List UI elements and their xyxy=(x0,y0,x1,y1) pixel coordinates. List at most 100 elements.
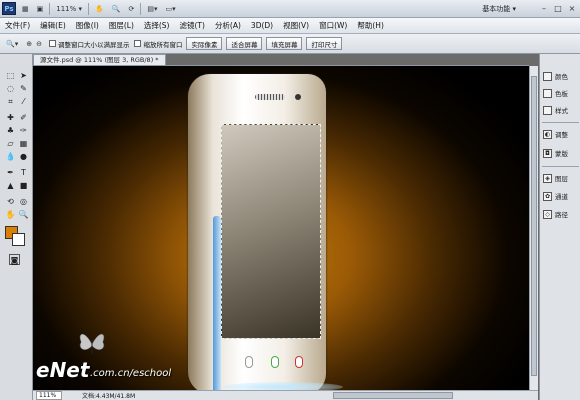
3d-rotate-tool-icon[interactable]: ⟲ xyxy=(5,196,16,207)
zoom-all-windows-label: 缩放所有窗口 xyxy=(143,40,183,49)
menu-3d[interactable]: 3D(D) xyxy=(246,21,278,30)
status-bar: 111% 文档:4.43M/41.8M xyxy=(33,390,538,400)
phone-key-menu xyxy=(245,356,253,368)
move-tool-icon[interactable]: ➤ xyxy=(18,70,29,81)
channels-icon: ✿ xyxy=(543,191,552,201)
rotate-view-icon[interactable]: ⟳ xyxy=(126,2,136,15)
resize-windows-checkbox[interactable]: 调整窗口大小以满屏显示 xyxy=(48,39,130,49)
status-zoom[interactable]: 111% xyxy=(36,391,62,400)
quick-mask-icon[interactable]: ◙ xyxy=(9,254,20,265)
phone-side-glow xyxy=(213,216,221,390)
healing-brush-tool-icon[interactable]: ✚ xyxy=(5,112,16,123)
menu-select[interactable]: 选择(S) xyxy=(139,20,175,31)
hand-tool-icon[interactable]: ✋ xyxy=(93,2,106,15)
menu-analysis[interactable]: 分析(A) xyxy=(210,20,246,31)
panel-masks[interactable]: ◘ 蒙版 xyxy=(543,147,579,159)
separator xyxy=(88,2,90,15)
workspace-switcher[interactable]: 基本功能 ▾ xyxy=(478,3,520,15)
panel-paths-label: 路径 xyxy=(555,211,568,219)
checkbox-box[interactable] xyxy=(134,40,142,47)
menu-view[interactable]: 视图(V) xyxy=(278,20,314,31)
panel-color-label: 颜色 xyxy=(555,73,568,81)
menu-image[interactable]: 图像(I) xyxy=(71,20,104,31)
fit-screen-button[interactable]: 适合屏幕 xyxy=(226,37,263,50)
status-doc-size: 文档:4.43M/41.8M xyxy=(82,393,136,400)
panel-channels-label: 通道 xyxy=(555,193,568,201)
panel-layers[interactable]: ◈ 图层 xyxy=(543,172,579,184)
phone-speaker xyxy=(255,94,285,100)
zoom-tool-icon[interactable]: 🔍 xyxy=(18,209,29,220)
menu-edit[interactable]: 编辑(E) xyxy=(35,20,71,31)
workspace-label: 基本功能 xyxy=(482,5,511,13)
paths-icon: ◇ xyxy=(543,209,552,219)
phone-brand-mark xyxy=(314,128,324,168)
close-icon[interactable]: × xyxy=(566,3,578,14)
dodge-tool-icon[interactable]: ● xyxy=(18,151,29,162)
options-bar: 🔍▾ ⊕ ⊖ 调整窗口大小以满屏显示 缩放所有窗口 实际像素 适合屏幕 填充屏幕… xyxy=(0,34,580,54)
watermark-url: .com.cn/eschool xyxy=(90,368,172,379)
document-canvas[interactable]: eNet .com.cn/eschool xyxy=(33,66,529,390)
phone-key-end xyxy=(295,356,303,368)
phone-camera xyxy=(295,94,301,100)
zoom-tool-icon[interactable]: 🔍 xyxy=(110,2,123,15)
menu-help[interactable]: 帮助(H) xyxy=(352,20,389,31)
vertical-scroll-thumb[interactable] xyxy=(531,76,537,376)
layers-icon: ◈ xyxy=(543,173,552,183)
mini-bridge-icon[interactable]: ▣ xyxy=(35,2,46,15)
watermark-brand: eNet xyxy=(36,358,90,382)
screen-mode-icon[interactable]: ▭▾ xyxy=(163,2,177,15)
background-color-swatch[interactable] xyxy=(12,233,25,246)
zoom-tool-preset-icon[interactable]: 🔍▾ xyxy=(4,37,20,50)
zoom-level-dropdown[interactable]: 111% ▾ xyxy=(54,2,84,15)
eraser-tool-icon[interactable]: ▱ xyxy=(5,138,16,149)
vertical-scrollbar[interactable] xyxy=(529,66,538,390)
fill-screen-button[interactable]: 填充屏幕 xyxy=(266,37,303,50)
gradient-tool-icon[interactable]: ▦ xyxy=(18,138,29,149)
brush-tool-icon[interactable]: ✐ xyxy=(18,112,29,123)
zoom-all-windows-checkbox[interactable]: 缩放所有窗口 xyxy=(134,39,182,49)
resize-windows-label: 调整窗口大小以满屏显示 xyxy=(57,40,130,49)
checkbox-box[interactable] xyxy=(48,40,56,47)
butterfly-logo-icon xyxy=(79,333,105,354)
clone-stamp-tool-icon[interactable]: ♣ xyxy=(5,125,16,136)
pen-tool-icon[interactable]: ✒ xyxy=(5,167,16,178)
lasso-tool-icon[interactable]: ◌ xyxy=(5,83,16,94)
3d-orbit-tool-icon[interactable]: ◎ xyxy=(18,196,29,207)
horizontal-scroll-thumb[interactable] xyxy=(333,392,453,399)
panel-color[interactable]: 颜色 xyxy=(543,70,579,82)
panel-layers-label: 图层 xyxy=(555,175,568,183)
panel-styles[interactable]: 样式 xyxy=(543,104,579,116)
quick-selection-tool-icon[interactable]: ✎ xyxy=(18,83,29,94)
photoshop-logo: Ps xyxy=(2,2,16,15)
eyedropper-tool-icon[interactable]: ⁄ xyxy=(18,96,29,107)
maximize-icon[interactable]: □ xyxy=(552,3,564,14)
blur-tool-icon[interactable]: 💧 xyxy=(5,151,16,162)
zoom-in-icon[interactable]: ⊕ xyxy=(24,37,34,50)
zoom-out-icon[interactable]: ⊖ xyxy=(34,37,44,50)
marquee-tool-icon[interactable]: ⬚ xyxy=(5,70,16,81)
menu-file[interactable]: 文件(F) xyxy=(0,20,35,31)
crop-tool-icon[interactable]: ⌗ xyxy=(5,96,16,107)
bridge-icon[interactable]: ▦ xyxy=(20,2,31,15)
hand-tool-icon[interactable]: ✋ xyxy=(5,209,16,220)
print-size-button[interactable]: 打印尺寸 xyxy=(306,37,343,50)
panel-adjustments[interactable]: ◐ 调整 xyxy=(543,128,579,140)
history-brush-tool-icon[interactable]: ✑ xyxy=(18,125,29,136)
panel-channels[interactable]: ✿ 通道 xyxy=(543,190,579,202)
panel-separator xyxy=(542,166,579,167)
type-tool-icon[interactable]: T xyxy=(18,167,29,178)
arrange-documents-icon[interactable]: ▤▾ xyxy=(145,2,159,15)
separator xyxy=(140,2,142,15)
panel-swatches[interactable]: 色板 xyxy=(543,87,579,99)
menu-layer[interactable]: 图层(L) xyxy=(104,20,139,31)
path-selection-tool-icon[interactable]: ▲ xyxy=(5,180,16,191)
actual-pixels-button[interactable]: 实际像素 xyxy=(186,37,223,50)
menu-filter[interactable]: 滤镜(T) xyxy=(175,20,210,31)
menu-bar: 文件(F) 编辑(E) 图像(I) 图层(L) 选择(S) 滤镜(T) 分析(A… xyxy=(0,18,580,34)
panel-paths[interactable]: ◇ 路径 xyxy=(543,208,579,220)
phone-base-glow xyxy=(223,382,343,390)
minimize-icon[interactable]: – xyxy=(538,3,550,14)
shape-tool-icon[interactable]: ■ xyxy=(18,180,29,191)
menu-window[interactable]: 窗口(W) xyxy=(314,20,352,31)
swatches-icon xyxy=(543,88,552,98)
